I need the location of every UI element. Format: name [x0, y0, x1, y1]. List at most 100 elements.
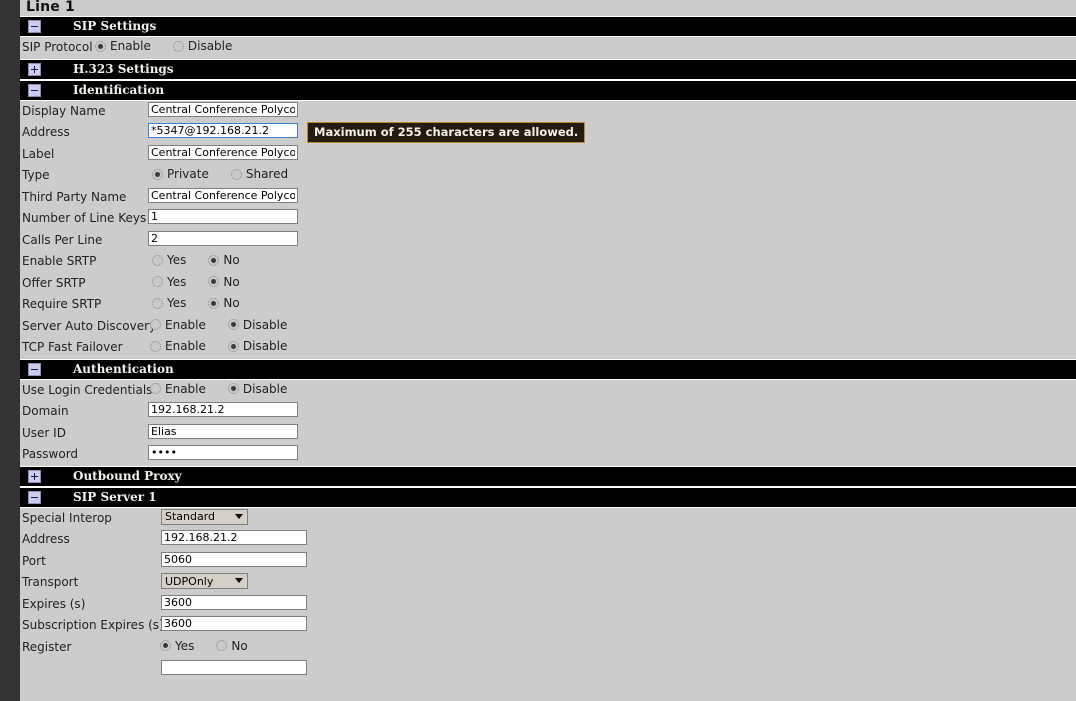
section-title: Outbound Proxy	[73, 468, 182, 483]
radio-button[interactable]	[152, 297, 163, 309]
radio-group: Yes No	[160, 639, 248, 653]
radio-label: Enable	[165, 381, 206, 396]
radio-button[interactable]	[208, 254, 220, 266]
section-title: SIP Settings	[73, 19, 157, 33]
radio-option[interactable]: Shared	[230, 167, 288, 181]
settings-row: Special Interop Standard	[0, 507, 1076, 529]
text-input[interactable]	[148, 123, 298, 138]
radio-option[interactable]: No	[208, 253, 240, 267]
section-header-sip-server-1[interactable]: SIP Server 1	[0, 486, 1076, 508]
field-label: SIP Protocol	[22, 40, 93, 54]
settings-row: Number of Line Keys	[0, 208, 1076, 230]
radio-option[interactable]: Yes	[152, 296, 186, 310]
field-label: Domain	[22, 404, 69, 418]
radio-button[interactable]	[95, 40, 106, 52]
section-body-sip-settings: SIP Protocol Enable Disable	[0, 37, 1076, 59]
text-input[interactable]	[148, 187, 298, 203]
field-label: Offer SRTP	[22, 275, 86, 290]
radio-button[interactable]	[172, 40, 184, 52]
text-input[interactable]	[161, 551, 307, 567]
text-input[interactable]	[148, 445, 298, 460]
radio-group: Enable Disable	[150, 318, 287, 332]
radio-option[interactable]: No	[216, 639, 248, 653]
radio-option[interactable]: No	[208, 296, 240, 310]
field-label: Number of Line Keys	[22, 211, 147, 225]
minus-icon[interactable]	[28, 490, 41, 504]
validation-tooltip: Maximum of 255 characters are allowed.	[307, 122, 586, 143]
plus-icon[interactable]	[28, 469, 41, 483]
radio-option[interactable]: Disable	[227, 318, 287, 332]
radio-button[interactable]	[216, 640, 228, 651]
radio-button[interactable]	[152, 254, 163, 266]
radio-button[interactable]	[152, 276, 163, 287]
minus-icon[interactable]	[28, 20, 41, 33]
minus-icon[interactable]	[28, 362, 41, 376]
text-input[interactable]	[148, 101, 298, 117]
field-label: Display Name	[22, 103, 106, 118]
radio-option[interactable]: Enable	[150, 339, 206, 353]
radio-option[interactable]: Enable	[150, 382, 206, 396]
dropdown[interactable]: UDPOnly	[161, 573, 248, 589]
radio-label: No	[223, 274, 240, 289]
radio-button[interactable]	[150, 319, 161, 330]
radio-button[interactable]	[208, 276, 220, 287]
radio-option[interactable]: No	[208, 274, 240, 289]
radio-button[interactable]	[230, 168, 242, 180]
text-input[interactable]	[148, 423, 298, 439]
page-title: Line 1	[0, 0, 1076, 16]
field-label: Special Interop	[22, 510, 112, 525]
section-body-identification: Display Name Address Maximum of 255 charac…	[0, 100, 1076, 359]
text-input[interactable]	[148, 402, 298, 417]
dropdown[interactable]: Standard	[161, 508, 248, 525]
plus-icon[interactable]	[28, 62, 41, 76]
text-input[interactable]	[161, 530, 307, 545]
text-input[interactable]	[148, 209, 298, 224]
settings-row: SIP Protocol Enable Disable	[0, 37, 1076, 59]
radio-button[interactable]	[152, 168, 163, 180]
settings-row: User ID	[0, 422, 1076, 444]
radio-button[interactable]	[160, 640, 171, 651]
text-input[interactable]	[161, 616, 307, 631]
settings-row: Display Name	[0, 100, 1076, 122]
section-header-outbound-proxy[interactable]: Outbound Proxy	[0, 465, 1076, 487]
radio-button[interactable]	[150, 383, 161, 394]
field-label: Enable SRTP	[22, 254, 97, 268]
radio-option[interactable]: Disable	[227, 382, 287, 396]
radio-button[interactable]	[150, 340, 161, 352]
section-title: Identification	[73, 82, 165, 97]
radio-option[interactable]: Yes	[152, 253, 186, 267]
section-header-sip-settings[interactable]: SIP Settings	[0, 16, 1076, 37]
minus-icon[interactable]	[28, 83, 41, 97]
text-input[interactable]	[148, 230, 298, 246]
radio-option[interactable]: Enable	[95, 39, 151, 53]
radio-option[interactable]: Enable	[150, 318, 206, 332]
settings-row: Use Login Credentials Enable Disable	[0, 379, 1076, 401]
settings-row: Label	[0, 143, 1076, 165]
section-header-authentication[interactable]: Authentication	[0, 358, 1076, 380]
radio-button[interactable]	[227, 383, 239, 394]
radio-option[interactable]: Yes	[152, 275, 186, 289]
radio-group: Private Shared	[152, 167, 288, 181]
radio-option[interactable]: Disable	[172, 39, 233, 53]
radio-option[interactable]: Private	[152, 167, 209, 181]
radio-group: Enable Disable	[95, 39, 232, 53]
settings-row: Subscription Expires (s)	[0, 615, 1076, 637]
radio-label: Yes	[167, 274, 187, 289]
radio-button[interactable]	[227, 340, 239, 352]
settings-row	[0, 658, 1076, 680]
radio-label: Yes	[167, 253, 187, 267]
settings-row: Calls Per Line	[0, 229, 1076, 251]
field-label: Server Auto Discovery	[22, 318, 157, 333]
settings-row: Domain	[0, 401, 1076, 423]
radio-button[interactable]	[208, 297, 220, 309]
text-input[interactable]	[148, 144, 298, 160]
section-header-identification[interactable]: Identification	[0, 79, 1076, 101]
radio-option[interactable]: Disable	[227, 339, 287, 353]
radio-button[interactable]	[227, 319, 239, 330]
radio-label: Disable	[187, 39, 233, 53]
section-header-h323-settings[interactable]: H.323 Settings	[0, 58, 1076, 80]
text-input[interactable]	[161, 660, 307, 675]
radio-option[interactable]: Yes	[160, 639, 194, 653]
text-input[interactable]	[161, 594, 307, 610]
radio-label: Yes	[167, 296, 187, 310]
